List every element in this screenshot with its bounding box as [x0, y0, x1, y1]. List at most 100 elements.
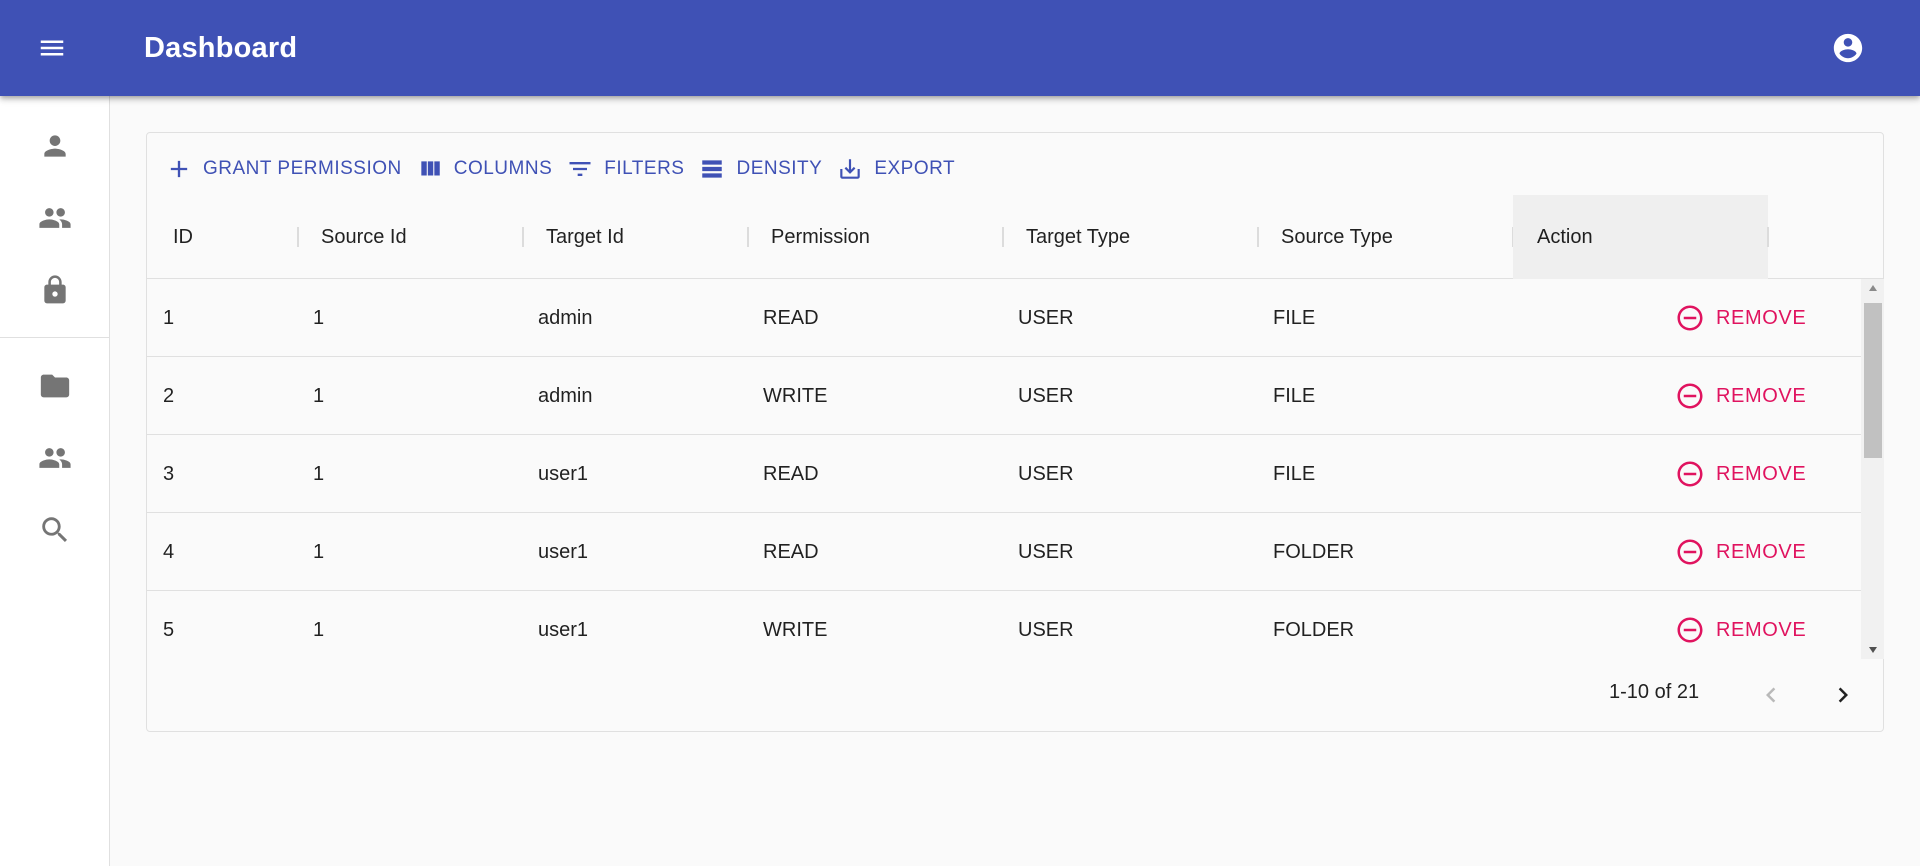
remove-button[interactable]: REMOVE: [1675, 298, 1806, 338]
cell-id: 5: [163, 618, 175, 641]
remove-label: REMOVE: [1716, 618, 1807, 641]
remove-label: REMOVE: [1716, 306, 1807, 329]
add-icon: [165, 155, 193, 183]
cell-source-id: 1: [313, 618, 325, 641]
cell-target-id: admin: [538, 306, 593, 329]
column-header-target-type[interactable]: Target Type: [1026, 195, 1130, 279]
page-title: Dashboard: [144, 32, 298, 64]
column-separator[interactable]: [747, 227, 749, 247]
sidebar-item-folder[interactable]: [0, 354, 109, 418]
column-header-permission[interactable]: Permission: [771, 195, 870, 279]
account-circle-icon: [1833, 33, 1863, 63]
grid-toolbar: GRANT PERMISSION COLUMNS FILTERS DENSITY…: [159, 151, 963, 187]
remove-label: REMOVE: [1716, 540, 1807, 563]
account-button[interactable]: [1826, 26, 1870, 70]
previous-page-button[interactable]: [1749, 673, 1793, 717]
export-button[interactable]: EXPORT: [830, 151, 963, 187]
column-header-id[interactable]: ID: [173, 195, 193, 279]
filters-label: FILTERS: [604, 158, 685, 179]
sidebar-item-search[interactable]: [0, 498, 109, 562]
sidebar-divider: [0, 337, 109, 338]
permissions-grid: GRANT PERMISSION COLUMNS FILTERS DENSITY…: [146, 132, 1884, 732]
pagination-info: 1-10 of 21: [1609, 681, 1700, 703]
cell-source-type: FILE: [1273, 306, 1316, 329]
filters-button[interactable]: FILTERS: [560, 151, 692, 187]
grant-permission-button[interactable]: GRANT PERMISSION: [159, 151, 410, 187]
column-header-action[interactable]: Action: [1513, 195, 1768, 279]
table-row[interactable]: 5 1 user1 WRITE USER FOLDER REMOVE: [147, 591, 1863, 659]
cell-id: 3: [163, 462, 175, 485]
cell-target-id: user1: [538, 462, 589, 485]
column-header-source-id[interactable]: Source Id: [321, 195, 407, 279]
next-page-button[interactable]: [1821, 673, 1865, 717]
cell-source-type: FILE: [1273, 384, 1316, 407]
remove-button[interactable]: REMOVE: [1675, 376, 1806, 416]
column-separator[interactable]: [1257, 227, 1259, 247]
lock-icon: [43, 275, 66, 304]
remove-button[interactable]: REMOVE: [1675, 532, 1806, 572]
people-icon: [38, 208, 71, 228]
export-label: EXPORT: [874, 158, 956, 179]
column-separator[interactable]: [1767, 227, 1769, 247]
column-separator[interactable]: [1002, 227, 1004, 247]
chevron-left-icon: [1766, 687, 1776, 703]
cell-source-id: 1: [313, 540, 325, 563]
person-icon: [43, 135, 66, 157]
sidebar-item-groups[interactable]: [0, 186, 109, 250]
people-icon: [38, 448, 71, 468]
remove-circle-outline-icon: [1675, 303, 1705, 333]
chevron-right-icon: [1838, 687, 1848, 703]
view-column-icon: [416, 155, 444, 183]
remove-button[interactable]: REMOVE: [1675, 454, 1806, 494]
column-header-source-type[interactable]: Source Type: [1281, 195, 1393, 279]
grant-permission-label: GRANT PERMISSION: [203, 158, 402, 179]
sidebar-item-people[interactable]: [0, 426, 109, 490]
remove-circle-outline-icon: [1675, 459, 1705, 489]
cell-id: 4: [163, 540, 175, 563]
cell-target-type: USER: [1018, 462, 1074, 485]
menu-button[interactable]: [30, 26, 74, 70]
filter-list-icon: [566, 155, 594, 183]
sidebar-item-user[interactable]: [0, 114, 109, 178]
remove-button[interactable]: REMOVE: [1675, 610, 1806, 650]
scroll-up-button[interactable]: [1861, 279, 1884, 297]
table-row[interactable]: 2 1 admin WRITE USER FILE REMOVE: [147, 357, 1863, 435]
triangle-down-icon: [1868, 647, 1877, 653]
search-icon: [41, 517, 67, 543]
cell-permission: READ: [763, 306, 819, 329]
grid-footer: 1-10 of 21: [147, 659, 1883, 731]
cell-source-type: FILE: [1273, 462, 1316, 485]
menu-icon: [40, 40, 64, 56]
scrollbar-thumb[interactable]: [1864, 303, 1882, 458]
table-row[interactable]: 4 1 user1 READ USER FOLDER REMOVE: [147, 513, 1863, 591]
remove-label: REMOVE: [1716, 462, 1807, 485]
triangle-up-icon: [1868, 285, 1877, 291]
column-separator[interactable]: [522, 227, 524, 247]
cell-target-type: USER: [1018, 384, 1074, 407]
vertical-scrollbar[interactable]: [1861, 279, 1884, 659]
remove-circle-outline-icon: [1675, 537, 1705, 567]
remove-circle-outline-icon: [1675, 615, 1705, 645]
table-row[interactable]: 3 1 user1 READ USER FILE REMOVE: [147, 435, 1863, 513]
cell-target-type: USER: [1018, 306, 1074, 329]
remove-label: REMOVE: [1716, 384, 1807, 407]
density-icon: [698, 155, 726, 183]
column-header-target-id[interactable]: Target Id: [546, 195, 624, 279]
cell-source-id: 1: [313, 384, 325, 407]
cell-id: 1: [163, 306, 175, 329]
sidebar-item-permissions[interactable]: [0, 258, 109, 322]
cell-id: 2: [163, 384, 175, 407]
table-row[interactable]: 1 1 admin READ USER FILE REMOVE: [147, 279, 1863, 357]
table-body: 1 1 admin READ USER FILE REMOVE 2 1 admi…: [147, 279, 1863, 659]
remove-circle-outline-icon: [1675, 381, 1705, 411]
export-icon: [836, 155, 864, 183]
scroll-down-button[interactable]: [1861, 641, 1884, 659]
density-button[interactable]: DENSITY: [692, 151, 830, 187]
columns-label: COLUMNS: [453, 158, 553, 179]
cell-source-type: FOLDER: [1273, 618, 1355, 641]
column-separator[interactable]: [297, 227, 299, 247]
cell-target-id: admin: [538, 384, 593, 407]
app-bar: Dashboard: [0, 0, 1920, 96]
columns-button[interactable]: COLUMNS: [410, 151, 561, 187]
folder-icon: [40, 374, 69, 398]
